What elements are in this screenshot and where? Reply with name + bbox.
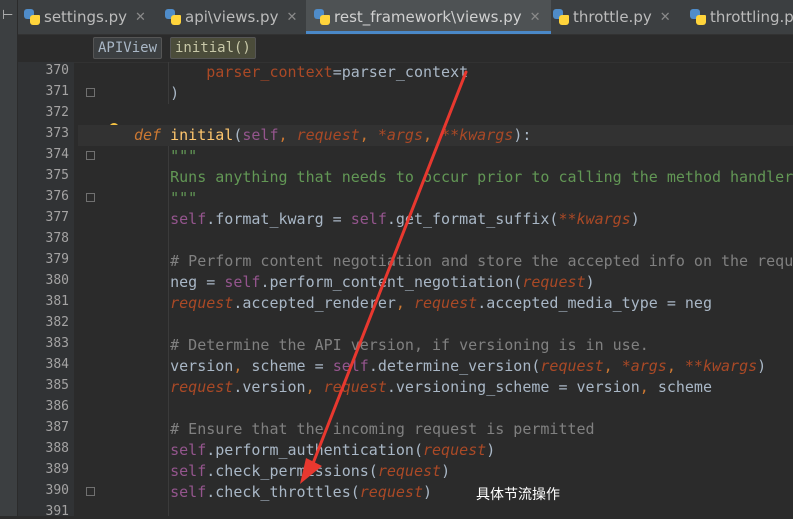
code-line-376: """	[134, 189, 198, 207]
code-line-370: parser_context=parser_context	[206, 63, 469, 81]
code-line-373: def initial(self, request, *args, **kwar…	[78, 125, 793, 146]
tab-throttling-py[interactable]: throttling.p	[690, 0, 793, 34]
code-line-387: # Ensure that the incoming request is pe…	[134, 420, 595, 438]
code-line-374: """	[134, 147, 198, 165]
tab-rest-framework-views-py[interactable]: rest_framework\views.py ✕	[306, 0, 551, 34]
tab-label: settings.py	[44, 8, 127, 26]
code-line-388: self.perform_authentication(request)	[170, 441, 496, 459]
tab-api-views-py[interactable]: api\views.py ✕	[165, 0, 297, 34]
code-line-371: )	[134, 84, 180, 102]
code-line-385: request.version, request.versioning_sche…	[170, 378, 712, 396]
tab-throttle-py[interactable]: throttle.py ✕	[553, 0, 671, 34]
python-file-icon	[690, 9, 706, 25]
line-number: 380	[45, 273, 69, 288]
code-line-379: # Perform content negotiation and store …	[134, 252, 793, 270]
tab-settings-py[interactable]: settings.py ✕	[24, 0, 146, 34]
code-line-384: version, scheme = self.determine_version…	[134, 357, 767, 375]
line-number: 385	[45, 378, 69, 393]
line-number: 386	[45, 399, 69, 414]
python-file-icon	[165, 9, 181, 25]
collapse-arrow-icon[interactable]: ⊢	[2, 8, 13, 23]
close-icon[interactable]: ✕	[530, 10, 541, 25]
line-number: 384	[45, 357, 69, 372]
python-file-icon	[314, 9, 330, 25]
line-number: 371	[45, 84, 69, 99]
python-file-icon	[553, 9, 569, 25]
breadcrumb-class[interactable]: APIView	[93, 37, 163, 59]
code-line-389: self.check_permissions(request)	[170, 462, 451, 480]
close-icon[interactable]: ✕	[135, 10, 146, 25]
line-number: 373	[45, 126, 69, 141]
line-number: 375	[45, 168, 69, 183]
line-number: 383	[45, 336, 69, 351]
tab-label: throttling.p	[710, 8, 793, 26]
tab-label: rest_framework\views.py	[334, 8, 522, 26]
line-number: 378	[45, 231, 69, 246]
code-line-380: neg = self.perform_content_negotiation(r…	[134, 273, 595, 291]
line-number: 382	[45, 315, 69, 330]
line-number-gutter: 370 371 372 373 374 375 376 377 378 379 …	[18, 62, 74, 519]
line-number: 389	[45, 462, 69, 477]
line-number: 379	[45, 252, 69, 267]
line-number: 391	[45, 504, 69, 519]
tab-label: throttle.py	[573, 8, 652, 26]
line-number: 372	[45, 105, 69, 120]
line-number: 388	[45, 441, 69, 456]
code-line-377: self.format_kwarg = self.get_format_suff…	[170, 210, 640, 228]
breadcrumb: APIView initial()	[18, 35, 793, 63]
line-number: 374	[45, 147, 69, 162]
tool-window-strip: ⊢	[0, 0, 18, 516]
line-number: 377	[45, 210, 69, 225]
tab-label: api\views.py	[185, 8, 279, 26]
line-number: 370	[45, 63, 69, 78]
breadcrumb-method[interactable]: initial()	[170, 37, 256, 59]
line-number: 387	[45, 420, 69, 435]
code-line-390: self.check_throttles(request)	[170, 483, 433, 501]
annotation-text: 具体节流操作	[476, 487, 560, 503]
editor-tab-bar: settings.py ✕ api\views.py ✕ rest_framew…	[0, 0, 793, 35]
code-line-375: Runs anything that needs to occur prior …	[134, 168, 793, 186]
line-number: 381	[45, 294, 69, 309]
code-editor[interactable]: parser_context=parser_context ) def init…	[78, 62, 793, 516]
line-number: 376	[45, 189, 69, 204]
python-file-icon	[24, 9, 40, 25]
code-line-383: # Determine the API version, if versioni…	[134, 336, 649, 354]
line-number: 390	[45, 483, 69, 498]
close-icon[interactable]: ✕	[286, 10, 297, 25]
code-line-381: request.accepted_renderer, request.accep…	[170, 294, 712, 312]
close-icon[interactable]: ✕	[660, 10, 671, 25]
